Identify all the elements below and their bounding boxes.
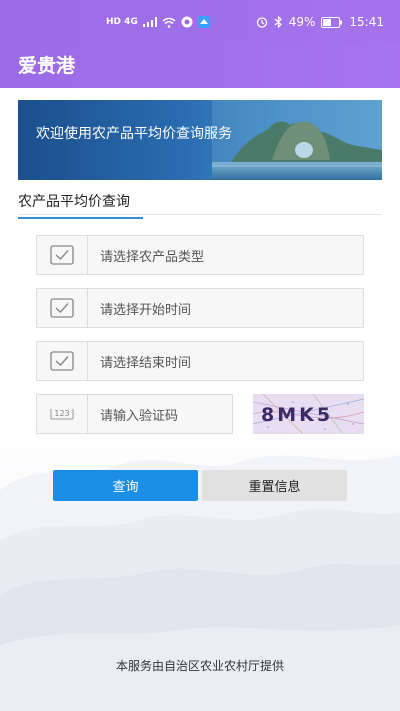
checkbox-icon <box>50 351 74 371</box>
app-bar: 爱贵港 <box>0 44 400 88</box>
query-button[interactable]: 查询 <box>53 470 198 501</box>
product-type-placeholder: 请选择农产品类型 <box>100 250 205 265</box>
network-labels: HD 4G <box>106 17 138 27</box>
captcha-icon-cell: 123 <box>37 395 88 433</box>
wifi-icon <box>162 17 176 28</box>
alarm-icon <box>256 17 267 28</box>
end-time-select[interactable]: 请选择结束时间 <box>36 341 364 381</box>
tab-average-price-query[interactable]: 农产品平均价查询 <box>18 191 143 219</box>
reset-button[interactable]: 重置信息 <box>202 470 347 501</box>
battery-percent: 49% <box>288 15 316 29</box>
landscape-image <box>212 100 382 180</box>
app-notification-icon <box>197 16 210 28</box>
browser-icon <box>181 16 193 28</box>
clock: 15:41 <box>349 15 384 29</box>
captcha-placeholder: 请输入验证码 <box>100 409 179 424</box>
checkbox-icon <box>50 298 74 318</box>
banner-text: 欢迎使用农产品平均价查询服务 <box>36 126 232 142</box>
product-type-icon-cell <box>37 236 88 274</box>
status-bar: HD 4G 49% 15:41 <box>0 0 400 44</box>
signal-icon <box>142 17 157 27</box>
captcha-graphic: 8MK5 <box>253 394 364 434</box>
battery-icon <box>321 16 343 28</box>
tab-bar: 农产品平均价查询 <box>18 188 382 219</box>
bluetooth-icon <box>274 16 282 28</box>
start-time-icon-cell <box>37 289 88 327</box>
status-left-icons: HD 4G <box>106 16 210 28</box>
captcha-input[interactable]: 123 请输入验证码 <box>36 394 233 434</box>
welcome-banner: 欢迎使用农产品平均价查询服务 <box>18 100 382 180</box>
status-right-icons: 49% 15:41 <box>256 15 384 29</box>
footer-provider-text: 本服务由自治区农业农村厅提供 <box>115 659 284 673</box>
end-time-icon-cell <box>37 342 88 380</box>
page-title: 爱贵港 <box>18 55 76 77</box>
start-time-placeholder: 请选择开始时间 <box>100 303 192 318</box>
product-type-select[interactable]: 请选择农产品类型 <box>36 235 364 275</box>
captcha-text: 8MK5 <box>261 404 333 426</box>
captcha-icon-text: 123 <box>54 409 69 418</box>
start-time-select[interactable]: 请选择开始时间 <box>36 288 364 328</box>
checkbox-icon <box>50 245 74 265</box>
captcha-image[interactable]: 8MK5 <box>253 394 364 434</box>
keypad-number-icon: 123 <box>50 409 74 420</box>
end-time-placeholder: 请选择结束时间 <box>100 356 192 371</box>
